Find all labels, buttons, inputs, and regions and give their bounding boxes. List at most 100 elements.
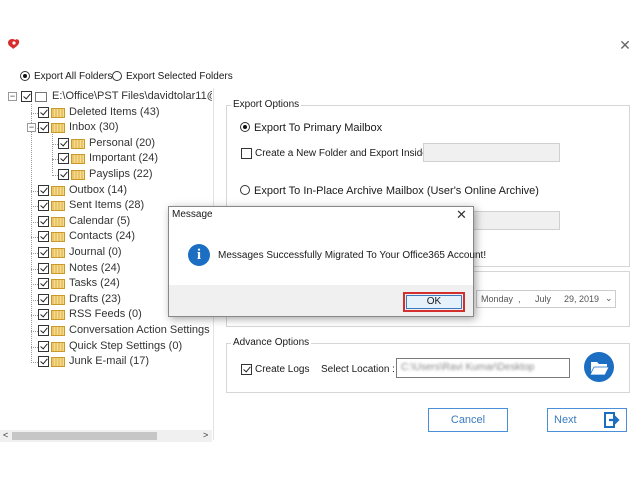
tree-checkbox[interactable] [58, 137, 69, 149]
folder-icon [51, 232, 65, 243]
tree-guide-line [31, 104, 32, 362]
folder-icon [51, 216, 65, 227]
dialog-title: Message [172, 209, 213, 220]
tree-item-label: Calendar (5) [69, 214, 131, 227]
tree-item-label: Drafts (23) [69, 292, 121, 305]
tree-guide-line [31, 112, 38, 114]
tree-checkbox[interactable] [38, 356, 49, 368]
tree-checkbox[interactable] [38, 106, 49, 118]
scrollbar-thumb[interactable] [12, 432, 157, 440]
tree-checkbox[interactable] [38, 262, 49, 274]
background-area [0, 445, 640, 480]
folder-icon [51, 341, 65, 352]
tree-checkbox[interactable] [38, 184, 49, 196]
tree-checkbox[interactable] [38, 215, 49, 227]
tree-guide-line [31, 331, 38, 332]
tree-item-label: Sent Items (28) [69, 199, 145, 212]
new-folder-checkbox[interactable] [241, 148, 252, 159]
tree-item-label: Quick Step Settings (0) [69, 339, 183, 352]
date-separator: , [518, 294, 521, 304]
tree-checkbox[interactable] [38, 309, 49, 321]
primary-mailbox-label: Export To Primary Mailbox [254, 122, 383, 134]
tree-checkbox[interactable] [21, 91, 32, 102]
folder-icon [51, 123, 65, 134]
new-folder-label: Create a New Folder and Export Inside It… [255, 148, 439, 159]
date-picker[interactable]: Monday , July 29, 2019 ⌄ [476, 290, 616, 308]
create-logs-checkbox[interactable] [241, 364, 252, 375]
scroll-right-icon[interactable]: > [203, 430, 208, 440]
export-options-title: Export Options [231, 99, 302, 110]
primary-mailbox-radio[interactable] [240, 122, 250, 132]
cancel-button[interactable]: Cancel [428, 408, 508, 432]
date-month: July [535, 294, 552, 304]
tree-checkbox[interactable] [38, 278, 49, 290]
tree-guide-line [31, 237, 38, 239]
folder-icon [51, 279, 65, 290]
collapse-icon[interactable]: − [27, 123, 36, 133]
archive-folder-input[interactable] [470, 211, 560, 230]
select-location-label: Select Location : [321, 364, 395, 375]
tree-checkbox[interactable] [38, 340, 49, 352]
collapse-icon[interactable]: − [8, 92, 17, 101]
archive-mailbox-radio[interactable] [240, 185, 250, 195]
export-all-label: Export All Folders [34, 71, 113, 82]
folder-icon [51, 185, 65, 196]
title-bar [0, 30, 640, 58]
tree-item-label: Inbox (30) [69, 121, 119, 134]
tree-guide-line [31, 268, 38, 270]
folder-icon [51, 294, 65, 305]
tree-guide-line [31, 221, 38, 223]
tree-checkbox[interactable] [38, 231, 49, 243]
dialog-message: Messages Successfully Migrated To Your O… [218, 250, 487, 261]
tree-item-label: Outbox (14) [69, 183, 128, 196]
dialog-close-icon[interactable]: ✕ [456, 207, 467, 223]
location-value: C:\Users\Ravi Kumar\Desktop [401, 362, 535, 373]
folder-icon [51, 248, 65, 258]
tree-item-label: Important (24) [89, 152, 159, 165]
archive-mailbox-label: Export To In-Place Archive Mailbox (User… [254, 185, 539, 197]
tree-checkbox[interactable] [38, 293, 49, 305]
location-input[interactable]: C:\Users\Ravi Kumar\Desktop [396, 358, 570, 378]
scroll-left-icon[interactable]: < [3, 430, 8, 440]
tree-guide-line [31, 299, 38, 301]
tree-item-label: Conversation Action Settings (0 [69, 324, 212, 336]
tree-item-label: Journal (0) [69, 246, 122, 258]
tree-guide-line [31, 284, 38, 286]
tree-item-label: Notes (24) [69, 261, 121, 274]
chevron-down-icon[interactable]: ⌄ [605, 293, 613, 304]
export-selected-radio[interactable] [112, 71, 122, 81]
date-day: Monday [481, 294, 514, 304]
window-close-icon[interactable]: ✕ [617, 37, 633, 53]
tree-item-label: Contacts (24) [69, 230, 136, 243]
tree-root-label: E:\Office\PST Files\davidtolar11@ [52, 90, 212, 102]
tree-item-label: Tasks (24) [69, 277, 120, 290]
advance-options-title: Advance Options [231, 337, 312, 348]
tree-checkbox[interactable] [38, 200, 49, 212]
tree-checkbox[interactable] [58, 153, 69, 165]
folder-icon [51, 357, 65, 368]
tree-item-label: RSS Feeds (0) [69, 308, 142, 321]
ok-button[interactable]: OK [406, 295, 462, 309]
new-folder-input[interactable] [423, 143, 560, 162]
next-button[interactable]: Next [547, 408, 627, 432]
pst-file-icon [35, 92, 47, 102]
tree-checkbox[interactable] [38, 247, 49, 258]
export-all-radio[interactable] [20, 71, 30, 81]
folder-icon [51, 326, 65, 336]
tree-guide-line [31, 206, 38, 208]
tree-checkbox[interactable] [38, 325, 49, 336]
tree-item-label: Personal (20) [89, 136, 156, 149]
folder-browse-icon[interactable] [583, 351, 615, 383]
date-value: 29, 2019 [564, 294, 600, 304]
tree-checkbox[interactable] [38, 122, 49, 134]
folder-icon [71, 170, 85, 180]
tree-guide-line [31, 190, 38, 192]
tree-guide-line [31, 346, 38, 348]
export-selected-label: Export Selected Folders [126, 71, 233, 82]
next-arrow-icon [604, 412, 620, 428]
next-button-label: Next [554, 414, 577, 426]
tree-checkbox[interactable] [58, 169, 69, 180]
tree-guide-line [31, 362, 38, 364]
folder-icon [51, 201, 65, 212]
folder-icon [71, 154, 85, 165]
